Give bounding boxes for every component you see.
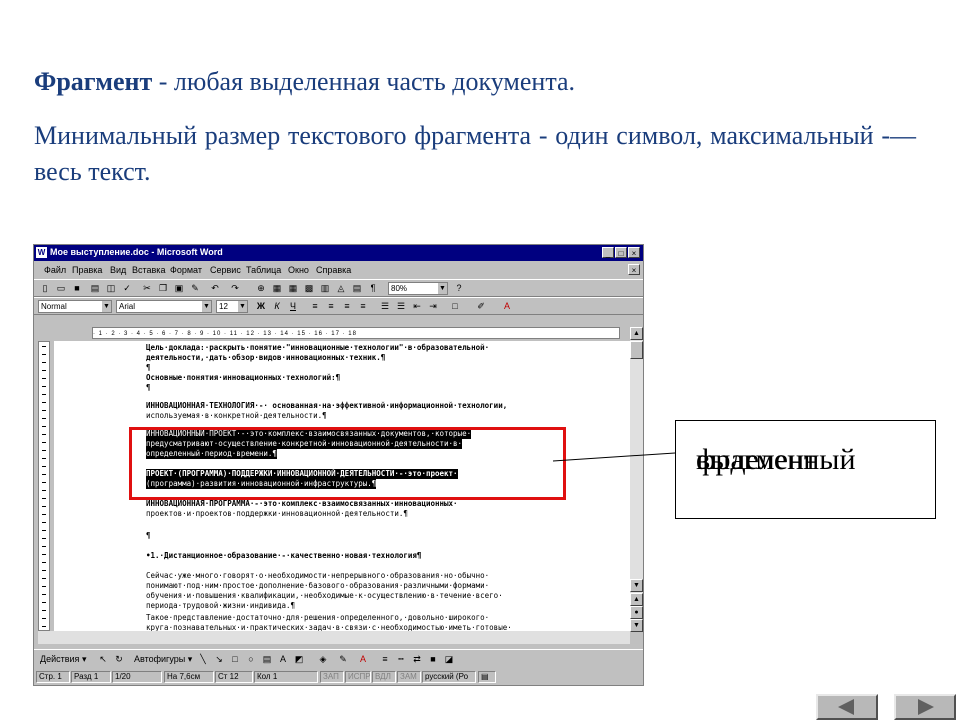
left-arrow-icon — [838, 699, 854, 715]
callout-line — [552, 452, 676, 462]
callout-box: выделенный фрагмент — [675, 420, 936, 519]
prev-slide-button[interactable] — [816, 694, 878, 720]
callout-line2: фрагмент — [696, 443, 818, 476]
right-arrow-icon — [918, 699, 934, 715]
next-slide-button[interactable] — [894, 694, 956, 720]
callout-pointer — [552, 452, 676, 462]
